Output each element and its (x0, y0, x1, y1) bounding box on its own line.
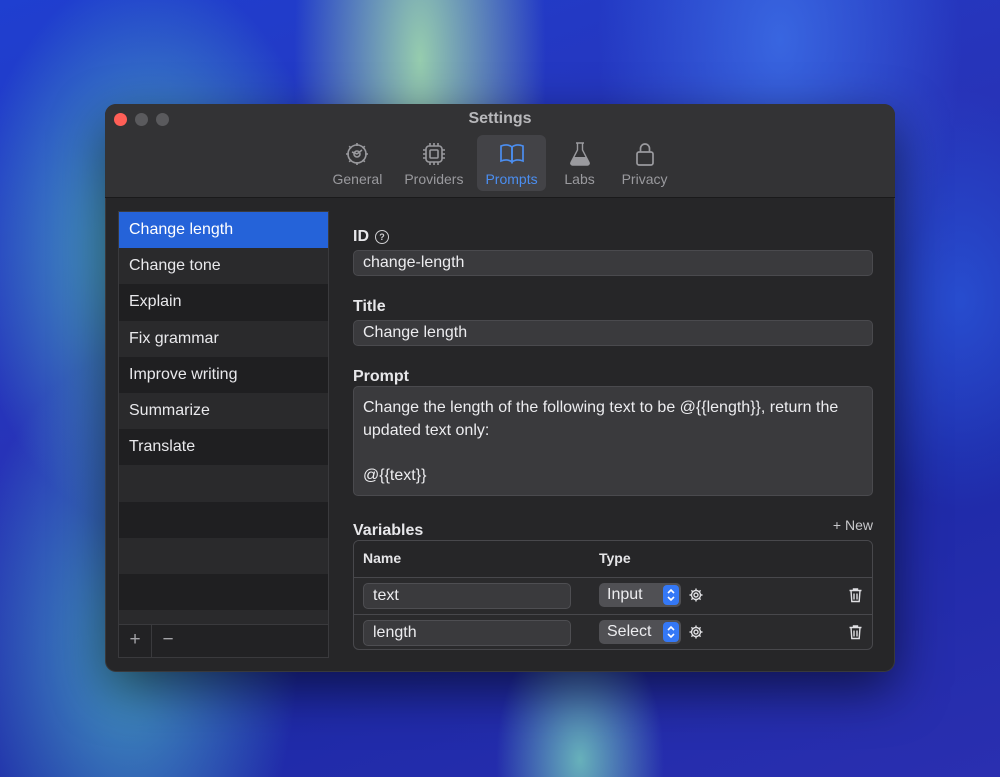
column-header-type: Type (599, 550, 631, 566)
tab-prompts[interactable]: Prompts (477, 135, 546, 191)
tab-providers-label: Providers (404, 171, 464, 187)
tab-providers[interactable]: Providers (396, 135, 471, 191)
empty-row (119, 501, 328, 538)
settings-toolbar: General Providers Prompts Labs Privacy (105, 135, 895, 191)
empty-row (119, 537, 328, 574)
tab-prompts-label: Prompts (485, 171, 538, 187)
chevron-updown-icon (663, 585, 679, 605)
prompt-line-3: @{{text}} (363, 466, 427, 484)
flask-icon (569, 142, 590, 166)
book-icon (499, 144, 524, 164)
help-icon[interactable]: ? (375, 230, 389, 244)
prompt-item-summarize[interactable]: Summarize (119, 392, 328, 430)
prompt-list: Change length Change tone Explain Fix gr… (118, 211, 329, 658)
title-label: Title (353, 298, 386, 315)
id-label-text: ID (353, 228, 369, 245)
gear-wheel-icon (346, 143, 369, 165)
tab-general-label: General (332, 171, 383, 187)
tab-privacy-label: Privacy (621, 171, 668, 187)
variable-type-value: Select (607, 623, 652, 640)
prompt-item-fix-grammar[interactable]: Fix grammar (119, 320, 328, 357)
variables-table: Name Type text Input length Select (353, 540, 873, 650)
chevron-updown-icon (663, 622, 679, 642)
lock-icon (635, 143, 654, 166)
prompt-list-items: Change length Change tone Explain Fix gr… (119, 212, 328, 625)
variable-type-select[interactable]: Input (599, 583, 681, 607)
title-bar: Settings General Providers Prompts Labs … (105, 104, 895, 198)
trash-icon[interactable] (848, 624, 863, 640)
tab-general[interactable]: General (325, 135, 391, 191)
table-row: length Select (354, 615, 872, 649)
table-row: text Input (354, 578, 872, 615)
variable-type-select[interactable]: Select (599, 620, 681, 644)
settings-content: Change length Change tone Explain Fix gr… (105, 198, 895, 672)
prompt-textarea[interactable]: Change the length of the following text … (353, 386, 873, 496)
prompt-item-change-length[interactable]: Change length (119, 212, 328, 249)
prompt-item-change-tone[interactable]: Change tone (119, 248, 328, 285)
id-field[interactable]: change-length (353, 250, 873, 276)
prompt-blank-line (363, 442, 863, 465)
prompt-item-translate[interactable]: Translate (119, 429, 328, 466)
prompt-item-explain[interactable]: Explain (119, 284, 328, 321)
window-title: Settings (468, 110, 532, 127)
empty-row (119, 610, 328, 625)
column-header-name: Name (363, 550, 402, 566)
tab-labs-label: Labs (564, 171, 595, 187)
add-prompt-button[interactable]: + (119, 625, 152, 657)
variable-name-input[interactable]: length (363, 620, 571, 646)
title-field[interactable]: Change length (353, 320, 873, 346)
new-variable-button[interactable]: + New (833, 517, 873, 533)
tab-privacy[interactable]: Privacy (614, 135, 676, 191)
variables-label: Variables (353, 522, 424, 539)
prompt-item-improve-writing[interactable]: Improve writing (119, 356, 328, 393)
trash-icon[interactable] (848, 587, 863, 603)
empty-row (119, 573, 328, 611)
gear-icon[interactable] (688, 624, 704, 640)
prompt-line-1: Change the length of the following text … (363, 399, 839, 416)
id-label: ID? (353, 228, 389, 246)
gear-icon[interactable] (688, 587, 704, 603)
empty-row (119, 465, 328, 502)
prompt-line-2: updated text only: (363, 421, 490, 439)
remove-prompt-button[interactable]: − (152, 625, 184, 657)
variable-type-value: Input (607, 586, 643, 603)
settings-window: Settings General Providers Prompts Labs … (105, 104, 895, 672)
variables-table-header: Name Type (354, 541, 872, 578)
prompt-list-footer: + − (119, 624, 328, 657)
tab-labs[interactable]: Labs (552, 135, 608, 191)
chip-icon (422, 143, 445, 165)
variable-name-input[interactable]: text (363, 583, 571, 609)
prompt-label: Prompt (353, 368, 409, 385)
